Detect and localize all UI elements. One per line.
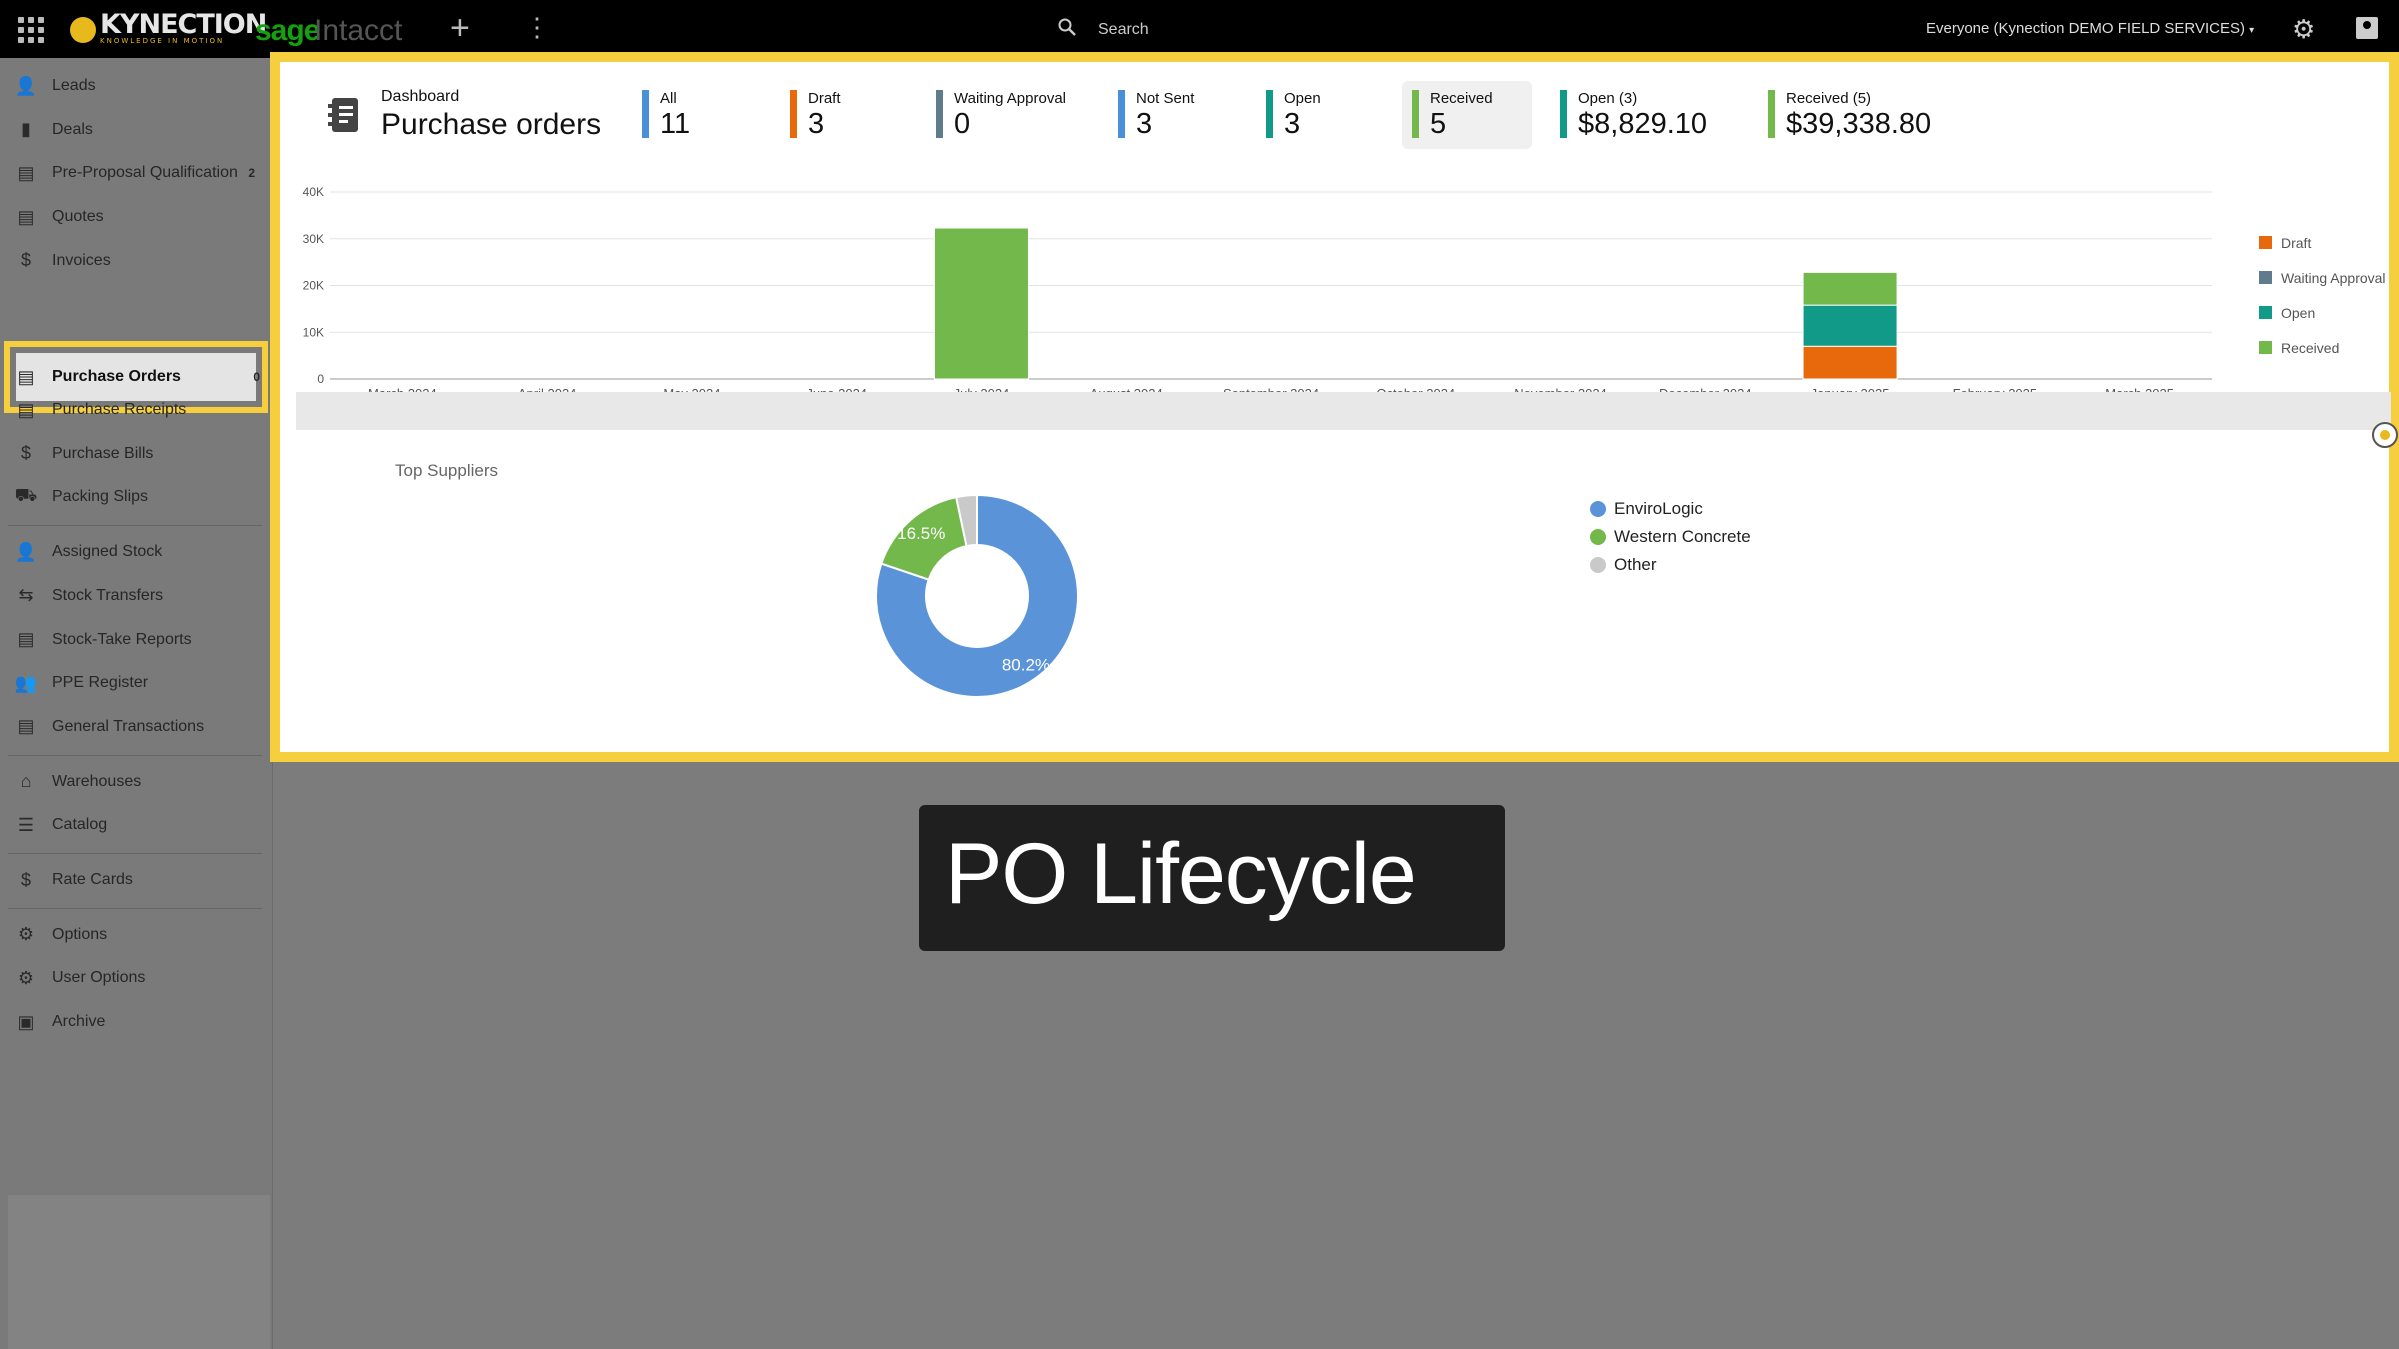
- people-icon: 👥: [14, 672, 38, 693]
- list-icon: ☰: [17, 814, 35, 835]
- org-selector[interactable]: Everyone (Kynection DEMO FIELD SERVICES)…: [1926, 20, 2254, 37]
- sidebar-item-label: Archive: [52, 1013, 106, 1031]
- document-icon: ▤: [17, 366, 35, 387]
- sidebar-item-label: Packing Slips: [52, 488, 149, 506]
- receipt-icon: ▤: [17, 399, 35, 420]
- sidebar-item-label: User Options: [52, 969, 146, 987]
- more-vertical-icon[interactable]: ⋮: [524, 14, 550, 40]
- sidebar-item-purchase-bills[interactable]: $ Purchase Bills: [0, 434, 272, 474]
- sidebar-item-label: Purchase Bills: [52, 444, 154, 462]
- top-bar: KYNECTION KNOWLEDGE IN MOTION sage Intac…: [0, 0, 2399, 58]
- video-caption: PO Lifecycle: [919, 805, 1505, 951]
- sidebar-item-ppe-register[interactable]: 👥 PPE Register: [0, 663, 272, 703]
- truck-icon: ⛟: [14, 485, 38, 506]
- top-suppliers-donut-chart: 80.2% 16.5%: [875, 493, 1079, 698]
- sidebar-item-stock-transfers[interactable]: ⇆ Stock Transfers: [0, 576, 272, 616]
- legend-item[interactable]: EnviroLogic: [1590, 495, 1751, 523]
- transfer-icon: ⇆: [18, 585, 34, 606]
- person-check-icon: 👤: [14, 541, 38, 562]
- settings-gear-icon[interactable]: ⚙: [2292, 16, 2315, 42]
- sidebar-item-general-transactions[interactable]: ▤ General Transactions: [0, 707, 272, 747]
- sidebar-item-label: PPE Register: [52, 674, 149, 692]
- legend-item[interactable]: Western Concrete: [1590, 523, 1751, 551]
- sidebar-footer: [8, 1195, 270, 1349]
- kynection-logo[interactable]: KYNECTION KNOWLEDGE IN MOTION: [70, 9, 267, 45]
- warehouse-icon: ⌂: [20, 771, 32, 792]
- sidebar-item-user-options[interactable]: ⚙ User Options: [0, 958, 272, 998]
- sidebar-divider: [8, 853, 262, 854]
- sage-brand: sage: [255, 14, 320, 47]
- slice-label: 16.5%: [897, 524, 945, 543]
- sidebar-item-invoices[interactable]: $ Invoices: [0, 241, 272, 281]
- sidebar-item-warehouses[interactable]: ⌂ Warehouses: [0, 762, 272, 802]
- caption-text: PO Lifecycle: [945, 826, 1417, 922]
- sidebar-item-label: Assigned Stock: [52, 543, 163, 561]
- sidebar-item-label: Stock-Take Reports: [52, 630, 192, 648]
- sidebar-divider: [8, 525, 262, 527]
- sidebar-item-packing-slips[interactable]: ⛟ Packing Slips: [0, 477, 272, 517]
- archive-icon: ▣: [17, 1011, 35, 1032]
- search-icon[interactable]: [1058, 18, 1076, 36]
- sidebar-item-rate-cards[interactable]: $ Rate Cards: [0, 860, 272, 900]
- sidebar-item-label: Deals: [52, 120, 93, 138]
- bar-chart-icon: ▮: [21, 119, 31, 140]
- dashboard-panel: Dashboard Purchase orders All 11 Draft 3 Wai…: [270, 52, 2399, 762]
- sidebar-item-label: Invoices: [52, 251, 111, 269]
- gear-icon: ⚙: [17, 924, 35, 945]
- sidebar-item-label: Leads: [52, 77, 96, 94]
- sidebar-item-label: Stock Transfers: [52, 586, 164, 604]
- sidebar-item-label: General Transactions: [52, 717, 205, 735]
- legend-label: Western Concrete: [1614, 527, 1751, 546]
- sidebar-item-purchase-receipts[interactable]: ▤ Purchase Receipts: [0, 390, 272, 430]
- logo-mark-icon: [70, 16, 96, 43]
- sidebar: 👤 Leads ▮ Deals ▤ Pre-Proposal Qualification 2…: [0, 58, 273, 1349]
- logo-text: KYNECTION: [100, 9, 267, 40]
- clipboard-icon: ▤: [17, 162, 35, 183]
- apps-grid-icon[interactable]: [18, 17, 44, 43]
- sidebar-item-label: Options: [52, 925, 108, 943]
- slice-label: 80.2%: [1002, 655, 1050, 674]
- sidebar-item-quotes[interactable]: ▤ Quotes: [0, 197, 272, 237]
- person-icon: 👤: [14, 75, 38, 96]
- sidebar-item-leads[interactable]: 👤 Leads: [0, 66, 272, 106]
- sidebar-item-count: 2: [248, 166, 255, 181]
- dollar-icon: $: [20, 443, 31, 464]
- sidebar-item-label: Purchase Receipts: [52, 401, 187, 418]
- sidebar-divider: [8, 907, 262, 909]
- legend-dot: [1590, 529, 1606, 545]
- legend-label: EnviroLogic: [1614, 499, 1703, 518]
- sidebar-item-label: Catalog: [52, 816, 108, 834]
- gear-icon: ⚙: [17, 967, 35, 988]
- sidebar-item-stock-take-reports[interactable]: ▤ Stock-Take Reports: [0, 620, 272, 660]
- sidebar-item-archive[interactable]: ▣ Archive: [0, 1002, 272, 1042]
- sidebar-item-options[interactable]: ⚙ Options: [0, 915, 272, 955]
- report-icon: ▤: [17, 629, 35, 649]
- sidebar-item-label: Warehouses: [52, 772, 142, 790]
- sidebar-item-label: Pre-Proposal Qualification: [52, 164, 238, 182]
- sidebar-item-deals[interactable]: ▮ Deals: [0, 110, 272, 150]
- org-selector-label: Everyone (Kynection DEMO FIELD SERVICES): [1926, 20, 2245, 37]
- dollar-icon: $: [20, 250, 31, 271]
- sidebar-item-label: Rate Cards: [52, 871, 133, 888]
- legend-label: Other: [1614, 555, 1657, 574]
- account-icon[interactable]: [2356, 17, 2378, 39]
- sidebar-item-pre-proposal-qualification[interactable]: ▤ Pre-Proposal Qualification 2: [0, 153, 272, 193]
- legend-item[interactable]: Other: [1590, 551, 1751, 579]
- clipboard-icon: ▤: [17, 716, 35, 737]
- top-suppliers-legend: EnviroLogic Western Concrete Other: [1590, 495, 1751, 579]
- legend-dot: [1590, 557, 1606, 573]
- document-icon: ▤: [17, 206, 35, 227]
- legend-dot: [1590, 501, 1606, 517]
- chevron-down-icon: ▾: [2249, 25, 2255, 36]
- sidebar-item-catalog[interactable]: ☰ Catalog: [0, 805, 272, 845]
- intacct-brand: Intacct: [314, 14, 403, 47]
- sidebar-item-count: 0: [253, 370, 260, 384]
- dollar-icon: $: [20, 869, 31, 890]
- sidebar-divider: [8, 754, 262, 756]
- sidebar-item-label: Purchase Orders: [52, 368, 181, 385]
- search-input[interactable]: [1096, 17, 1400, 43]
- sidebar-item-label: Quotes: [52, 208, 104, 226]
- add-icon[interactable]: +: [450, 11, 470, 45]
- sidebar-item-assigned-stock[interactable]: 👤 Assigned Stock: [0, 532, 272, 572]
